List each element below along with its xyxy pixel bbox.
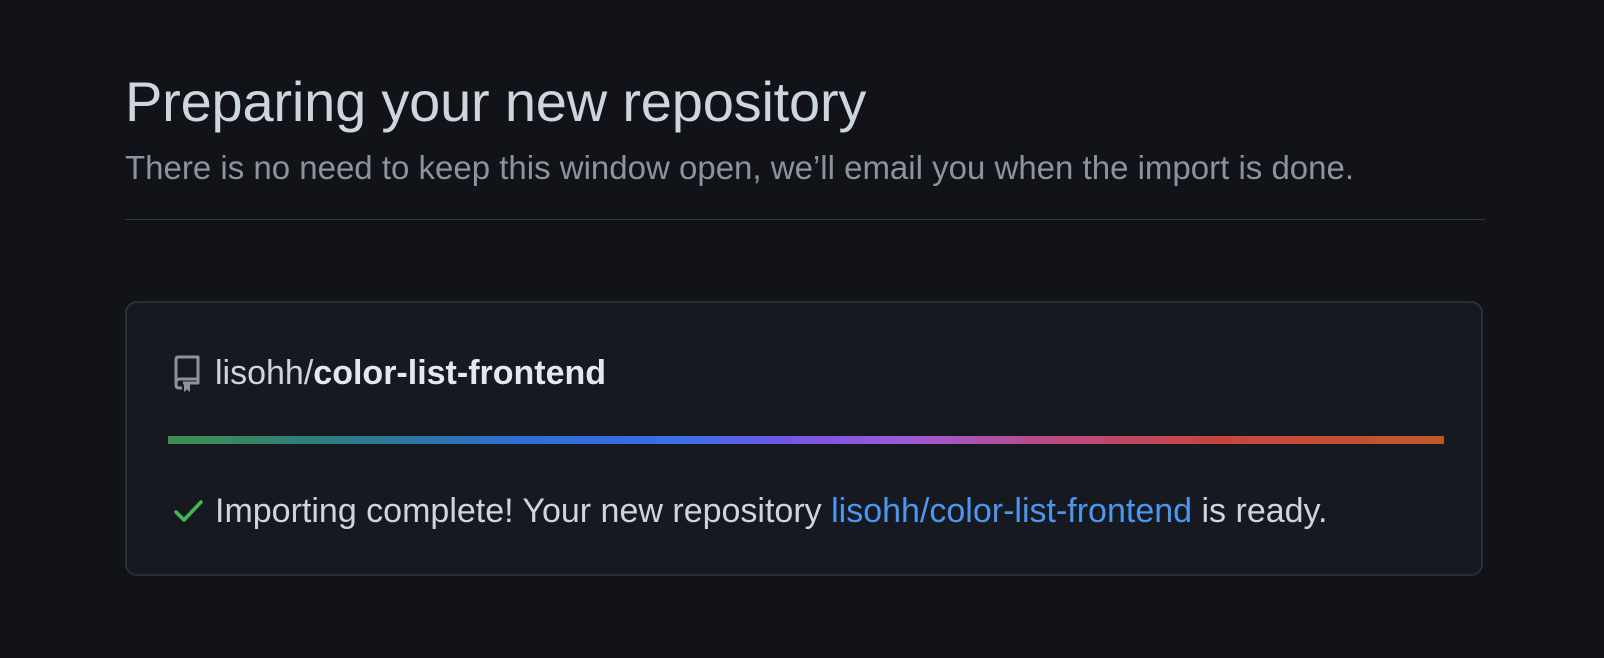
status-suffix: is ready. [1192,491,1328,530]
new-repository-link[interactable]: lisohh/color-list-frontend [831,492,1192,530]
page-subtitle: There is no need to keep this window ope… [125,149,1355,186]
repo-heading: lisohh / color-list-frontend [171,351,606,395]
repo-icon [171,353,205,393]
import-progress-bar [168,436,1444,444]
import-status-card: lisohh / color-list-frontend Importing com… [125,301,1483,576]
header-divider [125,219,1485,220]
status-prefix: Importing complete! Your new repository [215,491,832,530]
import-progress-fill [168,436,1444,444]
repo-owner: lisohh [215,353,304,392]
import-status-message: Importing complete! Your new repository … [171,489,1327,533]
repo-name: color-list-frontend [313,353,607,392]
repo-separator: / [303,353,314,392]
page-header: Preparing your new repository There is n… [125,66,1485,190]
page: Preparing your new repository There is n… [0,0,1604,658]
check-icon [171,494,205,528]
page-title: Preparing your new repository [125,70,867,133]
status-text: Importing complete! Your new repository … [215,492,1327,531]
